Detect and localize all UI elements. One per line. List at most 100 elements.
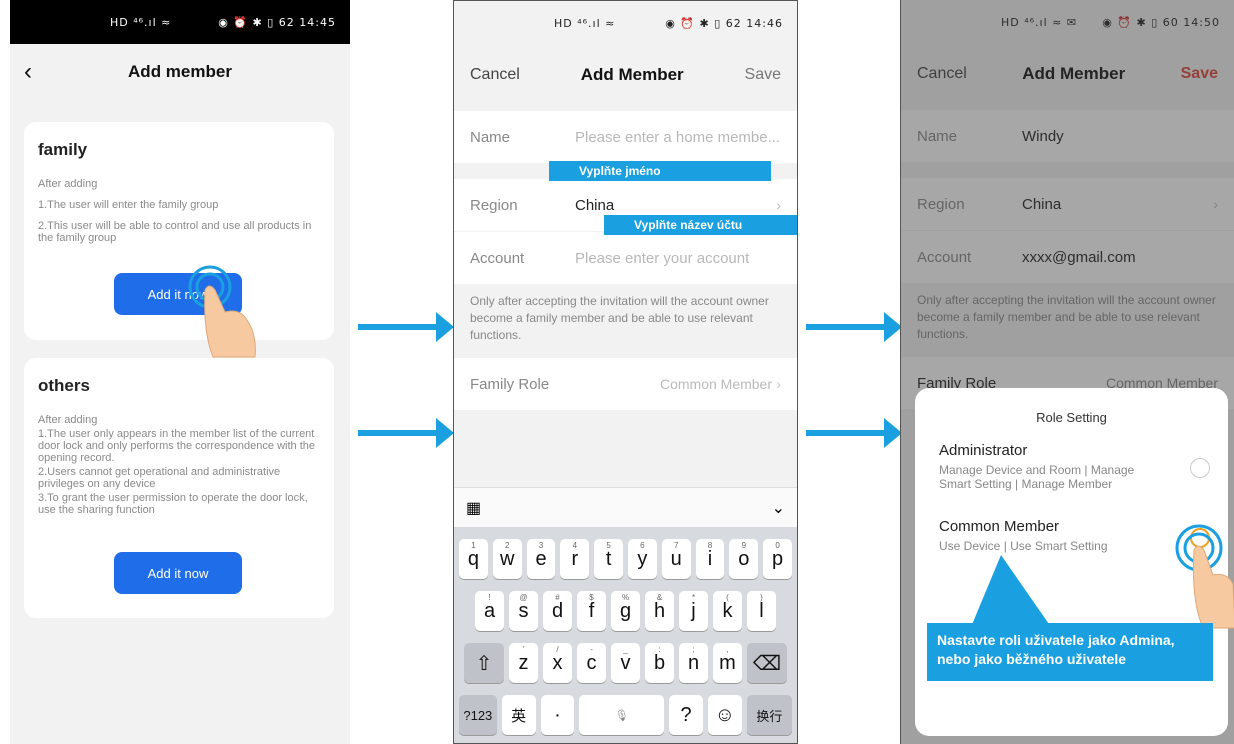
key-h[interactable]: & h [645, 591, 674, 631]
others-heading: others [38, 376, 90, 395]
key-d[interactable]: # d [543, 591, 572, 631]
flow-arrow-icon [806, 312, 902, 342]
admin-radio[interactable] [1190, 458, 1210, 478]
save-button[interactable]: Save [745, 66, 781, 84]
key-w[interactable]: 2w [492, 539, 522, 579]
key-n[interactable]: ; n [679, 643, 708, 683]
nav-bar: ‹ Add member [10, 44, 350, 100]
add-others-button[interactable]: Add it now [114, 552, 242, 594]
key-z[interactable]: ' z [509, 643, 538, 683]
cancel-button[interactable]: Cancel [470, 66, 520, 84]
key-g[interactable]: % g [611, 591, 640, 631]
keyboard-row-1: 1q2w3e4r5t6y7u8i9o0p [459, 539, 792, 579]
key-e[interactable]: 3e [526, 539, 556, 579]
shift-key[interactable]: ⇧ [464, 643, 504, 683]
signal-icons: HD ⁴⁶.ıl ≈ [110, 15, 172, 29]
key-f[interactable]: $ f [577, 591, 606, 631]
family-card: family After adding 1.The user will ente… [24, 122, 334, 340]
key-t[interactable]: 5t [594, 539, 623, 579]
keyboard: 1q2w3e4r5t6y7u8i9o0p ! a @ s # d $ f% g & h * j(k) l … [454, 527, 797, 743]
chevron-right-icon: › [776, 375, 781, 393]
others-line: After adding [38, 414, 98, 426]
keyboard-row-3: ⇧ ' z / x - c _ v: b; n, m ⌫ [459, 643, 792, 683]
keyboard-row-4: ?123 英 · 🎙 ? ☺ 换行 [459, 695, 792, 735]
tap-hand-icon [1175, 524, 1234, 629]
status-bar: HD ⁴⁶.ıl ≈ ◉ ⏰ ✱ ▯ 62 14:46 [454, 1, 797, 45]
sheet-title: Role Setting [1036, 410, 1107, 425]
key-o[interactable]: 9o [729, 539, 759, 579]
status-bar: HD ⁴⁶.ıl ≈ ◉ ⏰ ✱ ▯ 62 14:45 [10, 0, 350, 44]
back-icon[interactable]: ‹ [24, 58, 32, 86]
key-q[interactable]: 1q [459, 539, 488, 579]
key-x[interactable]: / x [543, 643, 572, 683]
common-title: Common Member [939, 518, 1060, 535]
flow-arrow-icon [358, 312, 454, 342]
key-v[interactable]: _ v [611, 643, 640, 683]
page-title: Add Member [580, 65, 684, 84]
tap-hand-icon [188, 265, 256, 358]
callout-name: Vyplňte jméno [549, 161, 771, 181]
dot-key[interactable]: · [540, 695, 575, 735]
status-icons: ◉ ⏰ ✱ ▯ 62 [218, 15, 295, 29]
role-option-administrator[interactable]: Administrator Manage Device and Room | M… [939, 442, 1208, 491]
family-line: After adding [38, 178, 98, 190]
others-line: 3.To grant the user permission to operat… [38, 492, 308, 516]
admin-desc: Manage Device and Room | Manage Smart Se… [939, 463, 1135, 491]
role-option-common[interactable]: Common Member Use Device | Use Smart Set… [939, 518, 1208, 553]
family-role-row[interactable]: Family Role Common Member › [454, 358, 797, 410]
key-b[interactable]: :b [645, 643, 674, 683]
key-l[interactable]: ) l [747, 591, 776, 631]
question-key[interactable]: ? [669, 695, 703, 735]
callout-account: Vyplňte název účtu [604, 215, 797, 235]
backspace-key[interactable]: ⌫ [747, 643, 787, 683]
region-label: Region [470, 196, 518, 214]
family-role-label: Family Role [470, 375, 550, 393]
apps-grid-icon[interactable]: ▦ [466, 498, 481, 518]
keyboard-toolbar: ▦ ⌄ [454, 487, 797, 527]
status-time: 14:45 [299, 15, 336, 29]
family-heading: family [38, 140, 88, 159]
status-time: 14:46 [746, 16, 783, 30]
key-p[interactable]: 0p [763, 539, 792, 579]
flow-arrow-icon [358, 418, 454, 448]
key-u[interactable]: 7u [661, 539, 691, 579]
emoji-key[interactable]: ☺ [707, 695, 742, 735]
name-row[interactable]: Name Please enter a home membe... [454, 111, 797, 163]
space-key[interactable]: 🎙 [579, 695, 665, 735]
microphone-icon: 🎙 [614, 709, 629, 722]
others-card: others After adding 1.The user only appe… [24, 358, 334, 618]
key-m[interactable]: ,m [713, 643, 742, 683]
key-s[interactable]: @ s [509, 591, 538, 631]
key-i[interactable]: 8i [695, 539, 725, 579]
family-line: 1.The user will enter the family group [38, 199, 219, 211]
key-j[interactable]: * j [679, 591, 708, 631]
account-label: Account [470, 249, 525, 267]
signal-icons: HD ⁴⁶.ıl ≈ [554, 16, 616, 30]
enter-key[interactable]: 换行 [746, 695, 792, 735]
flow-arrow-icon [806, 418, 902, 448]
screen-add-member-type: HD ⁴⁶.ıl ≈ ◉ ⏰ ✱ ▯ 62 14:45 ‹ Add member… [10, 0, 350, 744]
others-line: 1.The user only appears in the member li… [38, 428, 315, 464]
family-line: 2.This user will be able to control and … [38, 220, 312, 244]
callout-pointer-icon [971, 555, 1051, 627]
family-role-value: Common Member [659, 376, 772, 392]
symbols-key[interactable]: ?123 [459, 695, 497, 735]
key-k[interactable]: (k [713, 591, 742, 631]
hide-keyboard-icon[interactable]: ⌄ [772, 498, 785, 518]
keyboard-row-2: ! a @ s # d $ f% g & h * j(k) l [459, 591, 792, 631]
key-a[interactable]: ! a [475, 591, 504, 631]
name-input[interactable]: Please enter a home membe... [575, 129, 781, 146]
region-value: China [575, 196, 615, 214]
key-r[interactable]: 4r [560, 539, 590, 579]
screen-add-member-form: HD ⁴⁶.ıl ≈ ◉ ⏰ ✱ ▯ 62 14:46 Cancel Add M… [453, 0, 798, 744]
key-c[interactable]: -c [577, 643, 606, 683]
common-desc: Use Device | Use Smart Setting [939, 539, 1108, 553]
key-y[interactable]: 6y [628, 539, 657, 579]
nav-bar: Cancel Add Member Save [454, 45, 797, 105]
account-input[interactable]: Please enter your account [575, 250, 781, 267]
account-row[interactable]: Account Please enter your account [454, 232, 797, 284]
callout-role: Nastavte roli uživatele jako Admina, neb… [927, 623, 1213, 681]
admin-title: Administrator [939, 442, 1028, 459]
language-key[interactable]: 英 [501, 695, 536, 735]
chevron-right-icon: › [776, 197, 781, 213]
